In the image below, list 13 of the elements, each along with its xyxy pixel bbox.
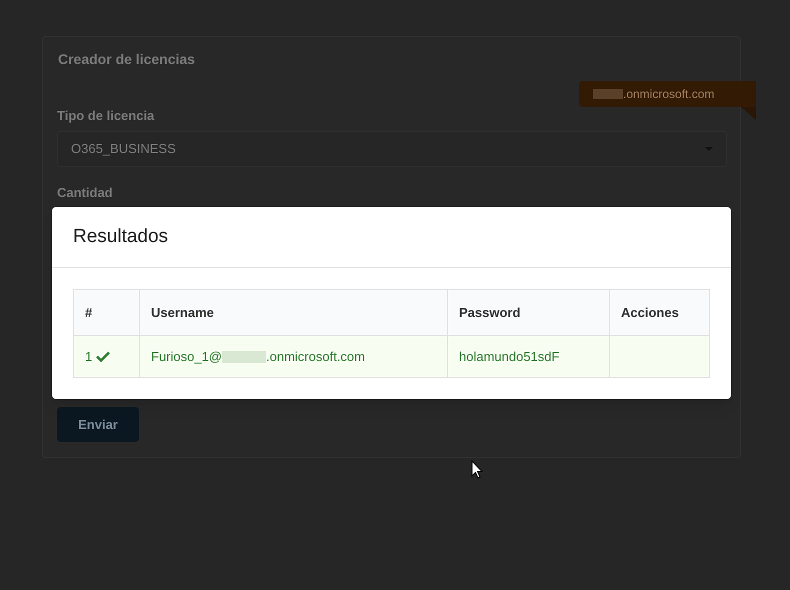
username-text: Furioso_1@: [151, 348, 222, 366]
field-label: Tipo de licencia: [57, 107, 156, 125]
submit-button[interactable]: Enviar: [57, 407, 139, 442]
license-type-select[interactable]: O365_BUSINESS: [57, 131, 727, 167]
mouse-cursor-icon: [471, 460, 483, 479]
row-number: 1: [85, 348, 92, 364]
domain-badge: .onmicrosoft.com: [579, 81, 756, 107]
username-text: .onmicrosoft.com: [266, 348, 365, 366]
field-label: Cantidad: [57, 184, 114, 202]
card-title: Creador de licencias: [58, 50, 196, 69]
modal-title: Resultados: [73, 224, 168, 249]
password-cell: holamundo51sdF: [448, 336, 610, 378]
badge-fold: [741, 107, 756, 120]
